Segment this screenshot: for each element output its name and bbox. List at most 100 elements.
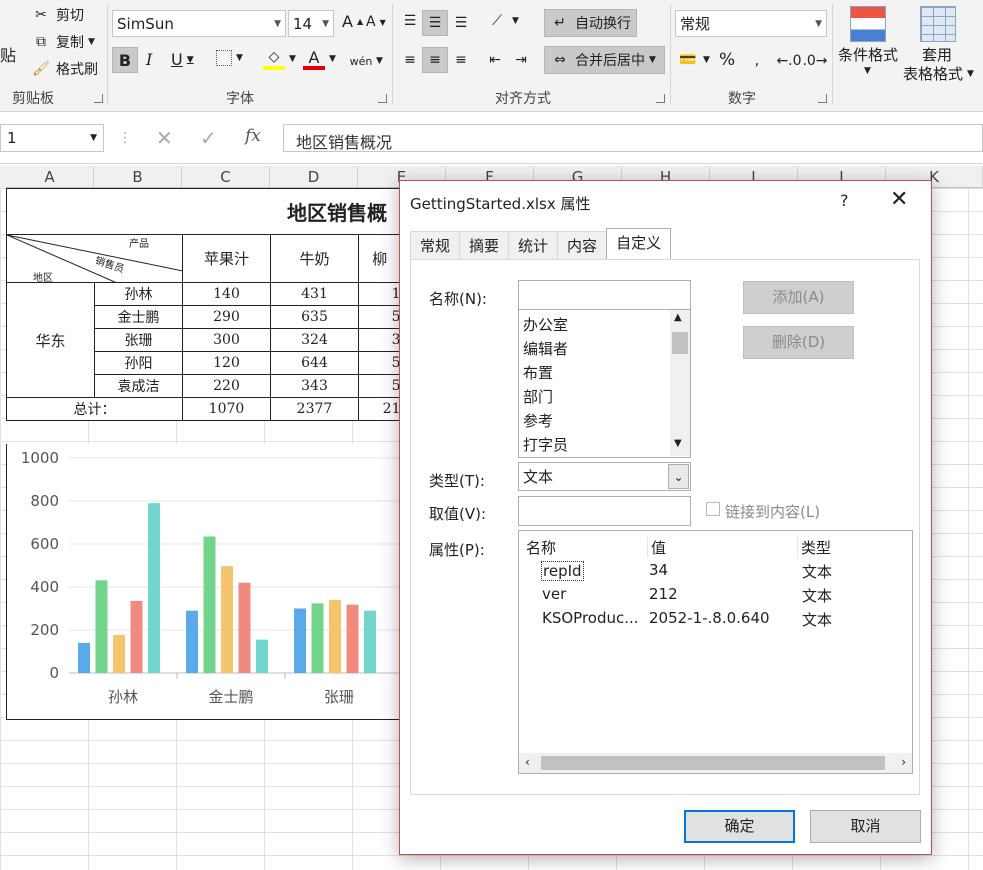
sheet-title[interactable]: 地区销售概 bbox=[6, 188, 401, 235]
list-item[interactable]: 参考 bbox=[519, 409, 690, 433]
tab-contents[interactable]: 内容 bbox=[557, 231, 608, 259]
add-button[interactable]: 添加(A) bbox=[743, 281, 854, 314]
font-color-button[interactable]: A ▼ bbox=[303, 48, 336, 70]
paste-button[interactable]: 贴 bbox=[0, 42, 16, 66]
value-cell[interactable]: 290 bbox=[182, 305, 271, 329]
grow-font-button[interactable]: A ▲ bbox=[342, 12, 363, 31]
link-checkbox[interactable] bbox=[706, 502, 720, 516]
value-cell[interactable]: 635 bbox=[270, 305, 359, 329]
comma-style-button[interactable]: , bbox=[746, 50, 768, 72]
copy-button[interactable]: ⧉ 复制 ▼ bbox=[30, 31, 95, 53]
table-format-button-2[interactable]: 表格格式 ▼ bbox=[903, 63, 974, 84]
column-header[interactable]: B bbox=[94, 166, 182, 188]
sales-chart[interactable]: 0 200 400 600 800 1000 孙林 金士鹏 张珊 bbox=[6, 444, 401, 720]
list-item[interactable]: 部门 bbox=[519, 385, 690, 409]
type-select[interactable]: 文本 ⌄ bbox=[518, 462, 691, 491]
diagonal-header-cell[interactable]: 产品 销售员 地区 bbox=[6, 234, 183, 284]
column-header[interactable]: C bbox=[182, 166, 270, 188]
value-cell[interactable]: 324 bbox=[270, 328, 359, 352]
format-painter-button[interactable]: 🖌 格式刷 bbox=[30, 58, 98, 80]
border-button[interactable]: ▼ bbox=[216, 50, 243, 66]
value-cell[interactable]: 5 bbox=[358, 305, 401, 329]
region-cell[interactable]: 华东 bbox=[6, 282, 95, 398]
seller-cell[interactable]: 孙林 bbox=[94, 282, 183, 306]
delete-button[interactable]: 删除(D) bbox=[743, 326, 854, 359]
properties-list[interactable]: 名称 值 类型 repId 34 文本 ver 212 文本 KSOProduc… bbox=[518, 530, 913, 774]
orientation-button[interactable]: ⟋ ▼ bbox=[486, 10, 519, 32]
value-cell[interactable]: 220 bbox=[182, 374, 271, 398]
seller-cell[interactable]: 张珊 bbox=[94, 328, 183, 352]
tab-statistics[interactable]: 统计 bbox=[508, 231, 559, 259]
list-item[interactable]: 编辑者 bbox=[519, 337, 690, 361]
cut-button[interactable]: ✂ 剪切 bbox=[30, 4, 84, 26]
value-cell[interactable]: 300 bbox=[182, 328, 271, 352]
scroll-left-icon[interactable]: ‹ bbox=[525, 755, 530, 769]
font-size-select[interactable]: 14 ▼ bbox=[288, 10, 334, 37]
value-cell[interactable]: 1 bbox=[358, 282, 401, 306]
seller-cell[interactable]: 孙阳 bbox=[94, 351, 183, 375]
italic-button[interactable]: I bbox=[146, 50, 152, 69]
formula-input[interactable]: 地区销售概况 bbox=[283, 124, 983, 152]
font-launcher[interactable] bbox=[378, 94, 387, 103]
prop-header-name[interactable]: 名称 bbox=[526, 537, 556, 558]
align-top-button[interactable]: ☰ bbox=[399, 10, 421, 32]
seller-cell[interactable]: 袁成洁 bbox=[94, 374, 183, 398]
name-box[interactable]: 1 ▼ bbox=[0, 124, 104, 152]
header-cell[interactable]: 柳 bbox=[358, 234, 401, 283]
align-left-button[interactable]: ≡ bbox=[399, 49, 421, 71]
decrease-decimal-button[interactable]: .0→ bbox=[802, 50, 827, 72]
prop-name-cell[interactable]: repId bbox=[541, 561, 584, 581]
name-list[interactable]: 办公室 编辑者 布置 部门 参考 打字员 ▲ ▼ bbox=[518, 310, 691, 458]
cancel-icon[interactable]: ✕ bbox=[156, 126, 173, 150]
insert-function-button[interactable]: fx bbox=[245, 126, 261, 146]
align-bottom-button[interactable]: ☰ bbox=[450, 12, 472, 34]
value-cell[interactable]: 120 bbox=[182, 351, 271, 375]
column-header[interactable]: D bbox=[270, 166, 358, 188]
value-cell[interactable]: 5 bbox=[358, 374, 401, 398]
merge-center-button[interactable]: ⇔ 合并后居中 ▼ bbox=[544, 46, 665, 74]
help-button[interactable]: ? bbox=[840, 191, 849, 210]
list-scrollbar[interactable]: ▲ ▼ bbox=[670, 310, 690, 456]
tab-custom[interactable]: 自定义 bbox=[606, 228, 672, 259]
total-cell[interactable]: 21 bbox=[358, 397, 401, 421]
scroll-up-icon[interactable]: ▲ bbox=[674, 312, 682, 323]
close-icon[interactable]: ✕ bbox=[890, 187, 908, 212]
total-cell[interactable]: 2377 bbox=[270, 397, 359, 421]
tab-summary[interactable]: 摘要 bbox=[459, 231, 510, 259]
horizontal-scrollbar[interactable]: ‹ › bbox=[519, 753, 912, 773]
tab-general[interactable]: 常规 bbox=[410, 231, 461, 259]
column-header[interactable]: A bbox=[6, 166, 94, 188]
alignment-launcher[interactable] bbox=[656, 94, 665, 103]
prop-header-value[interactable]: 值 bbox=[647, 537, 666, 558]
table-format-button[interactable]: 套用 bbox=[922, 44, 952, 65]
shrink-font-button[interactable]: A ▼ bbox=[366, 14, 386, 30]
fill-color-button[interactable]: ◇ ▼ bbox=[263, 48, 296, 70]
number-launcher[interactable] bbox=[818, 94, 827, 103]
cancel-button[interactable]: 取消 bbox=[810, 810, 921, 843]
wrap-text-button[interactable]: ↵ 自动换行 bbox=[544, 9, 637, 37]
total-label-cell[interactable]: 总计： bbox=[6, 397, 183, 421]
prop-header-type[interactable]: 类型 bbox=[797, 537, 831, 558]
enter-icon[interactable]: ✓ bbox=[200, 126, 217, 150]
decrease-indent-button[interactable]: ⇤ bbox=[484, 49, 506, 71]
phonetic-button[interactable]: wén ▼ bbox=[350, 50, 383, 72]
clipboard-launcher[interactable] bbox=[94, 94, 103, 103]
value-input[interactable] bbox=[518, 496, 691, 526]
align-center-button[interactable]: ≡ bbox=[422, 47, 448, 73]
increase-indent-button[interactable]: ⇥ bbox=[510, 49, 532, 71]
name-input[interactable] bbox=[518, 280, 691, 310]
align-middle-button[interactable]: ☰ bbox=[422, 10, 448, 36]
value-cell[interactable]: 343 bbox=[270, 374, 359, 398]
number-format-select[interactable]: 常规 ▼ bbox=[675, 10, 827, 37]
underline-button[interactable]: U ▼ bbox=[171, 50, 194, 69]
percent-button[interactable]: % bbox=[719, 50, 735, 70]
scroll-down-icon[interactable]: ▼ bbox=[674, 438, 682, 449]
value-cell[interactable]: 644 bbox=[270, 351, 359, 375]
bold-button[interactable]: B bbox=[112, 47, 138, 73]
scroll-thumb[interactable] bbox=[541, 756, 885, 770]
conditional-format-button[interactable]: 条件格式 bbox=[838, 44, 898, 65]
scroll-thumb[interactable] bbox=[672, 332, 688, 354]
value-cell[interactable]: 140 bbox=[182, 282, 271, 306]
list-item[interactable]: 布置 bbox=[519, 361, 690, 385]
scroll-right-icon[interactable]: › bbox=[901, 755, 906, 769]
